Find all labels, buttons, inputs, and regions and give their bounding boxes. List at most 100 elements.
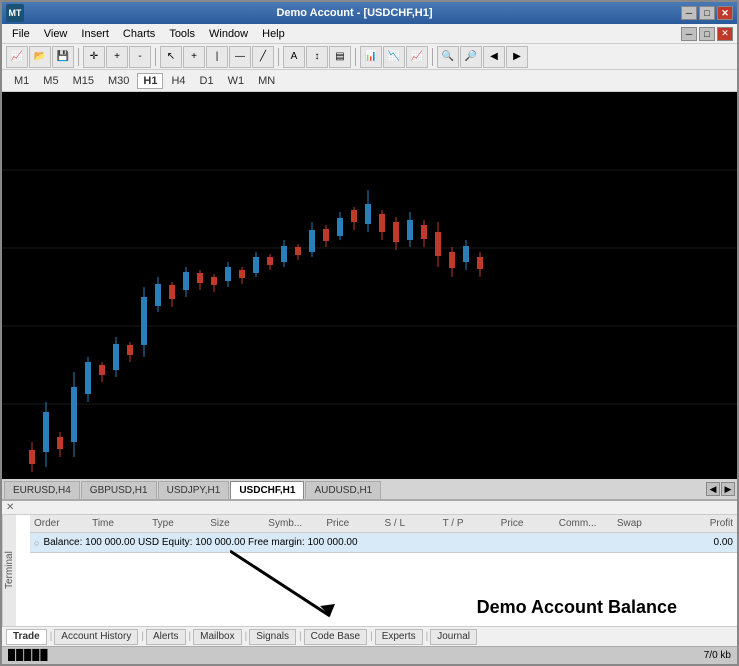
text-btn[interactable]: A xyxy=(283,46,305,68)
col-type: Type xyxy=(152,518,210,529)
chart-tab-navigation: ◀ ▶ xyxy=(706,482,735,496)
zoom-in-btn[interactable]: + xyxy=(106,46,128,68)
tf-m15[interactable]: M15 xyxy=(67,73,100,89)
menu-help[interactable]: Help xyxy=(256,26,291,42)
trend-btn[interactable]: ╱ xyxy=(252,46,274,68)
status-info: 7/0 kb xyxy=(704,650,731,661)
zoom-chart-out[interactable]: 🔎 xyxy=(460,46,482,68)
tf-m1[interactable]: M1 xyxy=(8,73,35,89)
tf-m30[interactable]: M30 xyxy=(102,73,135,89)
sep-3 xyxy=(278,48,279,66)
save-btn[interactable]: 💾 xyxy=(52,46,74,68)
status-bar: █████ 7/0 kb xyxy=(2,646,737,664)
menu-charts[interactable]: Charts xyxy=(117,26,161,42)
chart-tab-next[interactable]: ▶ xyxy=(721,482,735,496)
scroll-left[interactable]: ◀ xyxy=(483,46,505,68)
open-btn[interactable]: 📂 xyxy=(29,46,51,68)
tf-h4[interactable]: H4 xyxy=(165,73,191,89)
chart-tab-usdchf[interactable]: USDCHF,H1 xyxy=(230,481,304,499)
tab-mailbox[interactable]: Mailbox xyxy=(193,629,241,645)
menu-bar: File View Insert Charts Tools Window Hel… xyxy=(2,24,737,44)
menu-tools[interactable]: Tools xyxy=(163,26,201,42)
bottom-tabs: Trade | Account History | Alerts | Mailb… xyxy=(2,626,737,646)
col-comment: Comm... xyxy=(559,518,617,529)
menu-file[interactable]: File xyxy=(6,26,36,42)
chart-candle-btn[interactable]: 📉 xyxy=(383,46,405,68)
title-bar-buttons: ─ □ ✕ xyxy=(681,6,733,20)
line-btn[interactable]: | xyxy=(206,46,228,68)
balance-text: Balance: 100 000.00 USD Equity: 100 000.… xyxy=(43,537,693,548)
scroll-right[interactable]: ▶ xyxy=(506,46,528,68)
close-button[interactable]: ✕ xyxy=(717,6,733,20)
inner-close[interactable]: ✕ xyxy=(717,27,733,41)
period-btn[interactable]: ▤ xyxy=(329,46,351,68)
new-chart-btn[interactable]: 📈 xyxy=(6,46,28,68)
chart-tab-eurusd[interactable]: EURUSD,H4 xyxy=(4,481,80,499)
tab-code-base[interactable]: Code Base xyxy=(304,629,367,645)
sep-5 xyxy=(432,48,433,66)
terminal-close-icon[interactable]: ✕ xyxy=(6,502,14,513)
col-sl: S / L xyxy=(384,518,442,529)
chart-tab-prev[interactable]: ◀ xyxy=(706,482,720,496)
main-window: MT Demo Account - [USDCHF,H1] ─ □ ✕ File… xyxy=(0,0,739,666)
terminal-side-label: Terminal xyxy=(4,552,15,590)
crosshair2-btn[interactable]: + xyxy=(183,46,205,68)
inner-maximize[interactable]: □ xyxy=(699,27,715,41)
tab-signals[interactable]: Signals xyxy=(249,629,296,645)
tf-h1[interactable]: H1 xyxy=(137,73,163,89)
col-tp: T / P xyxy=(443,518,501,529)
tf-m5[interactable]: M5 xyxy=(37,73,64,89)
tf-w1[interactable]: W1 xyxy=(222,73,251,89)
terminal-close-row: ✕ xyxy=(2,501,737,515)
title-bar-text: Demo Account - [USDCHF,H1] xyxy=(28,7,681,19)
inner-minimize[interactable]: ─ xyxy=(681,27,697,41)
status-bar-left: █████ xyxy=(8,650,704,661)
terminal-column-headers: Order Time Type Size Symb... Price S / L… xyxy=(30,515,737,533)
timeframe-bar: M1 M5 M15 M30 H1 H4 D1 W1 MN xyxy=(2,70,737,92)
menu-window[interactable]: Window xyxy=(203,26,254,42)
chart-bar-btn[interactable]: 📊 xyxy=(360,46,382,68)
toolbar-group-3: ↖ + | — ╱ xyxy=(160,46,274,68)
arrow-btn[interactable]: ↕ xyxy=(306,46,328,68)
col-symbol: Symb... xyxy=(268,518,326,529)
chart-tab-usdjpy[interactable]: USDJPY,H1 xyxy=(158,481,230,499)
balance-row-icon: ○ xyxy=(34,538,39,548)
balance-arrow-svg xyxy=(230,546,430,626)
tab-journal[interactable]: Journal xyxy=(430,629,477,645)
chart-area[interactable]: Demo Account xyxy=(2,92,737,479)
tab-experts[interactable]: Experts xyxy=(375,629,423,645)
minimize-button[interactable]: ─ xyxy=(681,6,697,20)
chart-tabs: EURUSD,H4 GBPUSD,H1 USDJPY,H1 USDCHF,H1 … xyxy=(2,479,737,501)
crosshair-btn[interactable]: ✛ xyxy=(83,46,105,68)
col-size: Size xyxy=(210,518,268,529)
cursor-btn[interactable]: ↖ xyxy=(160,46,182,68)
zoom-chart-in[interactable]: 🔍 xyxy=(437,46,459,68)
tf-d1[interactable]: D1 xyxy=(194,73,220,89)
title-bar: MT Demo Account - [USDCHF,H1] ─ □ ✕ xyxy=(2,2,737,24)
sep-4 xyxy=(355,48,356,66)
col-price: Price xyxy=(326,518,384,529)
chart-tab-audusd[interactable]: AUDUSD,H1 xyxy=(305,481,381,499)
main-toolbar: 📈 📂 💾 ✛ + - ↖ + | — ╱ A ↕ ▤ 📊 📉 📈 xyxy=(2,44,737,70)
toolbar-group-2: ✛ + - xyxy=(83,46,151,68)
hline-btn[interactable]: — xyxy=(229,46,251,68)
terminal-inner: Order Time Type Size Symb... Price S / L… xyxy=(30,515,737,626)
toolbar-group-5: 📊 📉 📈 xyxy=(360,46,428,68)
tab-trade[interactable]: Trade xyxy=(6,629,47,645)
demo-account-balance-label: Demo Account Balance xyxy=(477,597,677,618)
menu-insert[interactable]: Insert xyxy=(75,26,115,42)
chart-tab-gbpusd[interactable]: GBPUSD,H1 xyxy=(81,481,157,499)
chart-line-btn[interactable]: 📈 xyxy=(406,46,428,68)
tab-account-history[interactable]: Account History xyxy=(54,629,138,645)
toolbar-group-4: A ↕ ▤ xyxy=(283,46,351,68)
col-profit: Profit xyxy=(675,518,733,529)
toolbar-group-1: 📈 📂 💾 xyxy=(6,46,74,68)
tf-mn[interactable]: MN xyxy=(252,73,281,89)
menu-view[interactable]: View xyxy=(38,26,74,42)
zoom-out-btn[interactable]: - xyxy=(129,46,151,68)
maximize-button[interactable]: □ xyxy=(699,6,715,20)
col-price-now: Price xyxy=(501,518,559,529)
terminal-area: ✕ Terminal Order Time Type Size Symb... … xyxy=(2,501,737,646)
tab-alerts[interactable]: Alerts xyxy=(146,629,186,645)
status-dots: █████ xyxy=(8,650,48,661)
